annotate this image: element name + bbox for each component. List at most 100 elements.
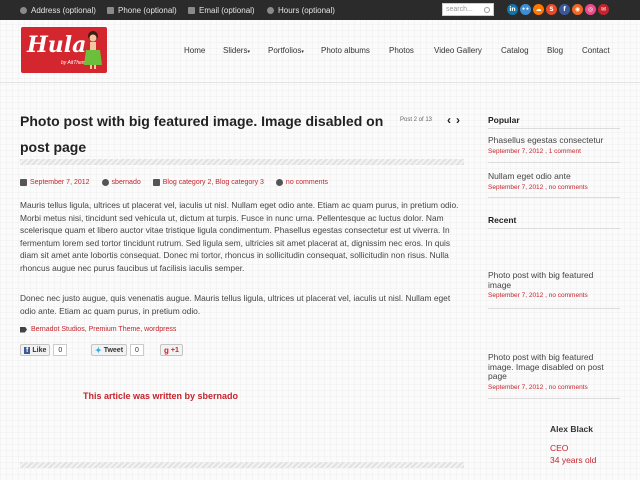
title-divider <box>20 159 464 165</box>
next-post-arrow-icon[interactable]: › <box>456 113 460 127</box>
recent-post-comments[interactable]: no comments <box>549 292 588 299</box>
recent-post: Photo post with big featured image. Imag… <box>488 352 606 392</box>
email-icon[interactable]: ✉ <box>598 4 609 15</box>
sidebar-divider <box>488 128 620 129</box>
team-member-profile: Alex Black CEO 34 years old <box>550 424 596 466</box>
nav-contact[interactable]: Contact <box>582 46 610 55</box>
like-label: Like <box>32 346 47 354</box>
top-bar: Address (optional) Phone (optional) Emai… <box>0 0 640 20</box>
post-date[interactable]: September 7, 2012 <box>30 179 90 186</box>
user-icon <box>101 179 109 186</box>
caret-down-icon: ▾ <box>247 49 250 55</box>
recent-post-title[interactable]: Photo post with big featured image. Imag… <box>488 352 606 382</box>
nav-blog[interactable]: Blog <box>547 46 563 55</box>
facebook-icon[interactable]: f <box>559 4 570 15</box>
post-paragraph: Mauris tellus ligula, ultrices ut placer… <box>20 200 459 273</box>
social-icons: in •• ☁ Sf ◉ ◎ ✉ <box>507 4 609 15</box>
google-plus: g +1 <box>160 344 183 356</box>
phone-info: Phone (optional) <box>107 6 177 15</box>
rss-icon[interactable]: ◉ <box>572 4 583 15</box>
search-input[interactable]: search... <box>442 3 494 16</box>
address-text: Address (optional) <box>31 6 96 15</box>
recent-post-title[interactable]: Photo post with big featured image <box>488 270 606 290</box>
clock-icon <box>267 7 274 14</box>
sidebar-divider <box>488 228 620 229</box>
popular-post-title[interactable]: Nullam eget odio ante <box>488 171 618 182</box>
nav-home[interactable]: Home <box>184 46 205 55</box>
facebook-like-button[interactable]: f Like <box>20 344 51 356</box>
popular-heading: Popular <box>488 115 520 125</box>
calendar-icon <box>20 179 27 186</box>
hula-girl-illustration <box>84 31 102 69</box>
nav-portfolios-label: Portfolios <box>268 46 302 55</box>
tag-list[interactable]: Bernadot Studios, Premium Theme, wordpre… <box>31 326 176 333</box>
dribbble-icon[interactable]: ◎ <box>585 4 596 15</box>
site-logo[interactable]: Hula by AitThemes <box>21 27 107 73</box>
flickr-icon[interactable]: •• <box>520 4 531 15</box>
plus-one-label: +1 <box>170 346 179 354</box>
soundcloud-icon[interactable]: ☁ <box>533 4 544 15</box>
recent-post-comments[interactable]: no comments <box>549 384 588 391</box>
author-credit: This article was written by sbernado <box>83 391 239 401</box>
nav-catalog[interactable]: Catalog <box>501 46 529 55</box>
post-categories[interactable]: Blog category 2, Blog category 3 <box>163 179 264 186</box>
nav-sliders[interactable]: Sliders▾ <box>223 46 250 55</box>
post-meta: September 7, 2012 sbernado Blog category… <box>20 179 328 186</box>
sidebar-divider <box>488 308 620 309</box>
phone-icon <box>107 7 114 14</box>
member-age: 34 years old <box>550 455 597 465</box>
google-plus-button[interactable]: g +1 <box>160 344 183 356</box>
recent-heading: Recent <box>488 215 517 225</box>
recent-post-date[interactable]: September 7, 2012 <box>488 384 543 391</box>
hours-text: Hours (optional) <box>278 6 335 15</box>
facebook-icon: f <box>24 346 31 354</box>
post-comments[interactable]: no comments <box>286 179 328 186</box>
search-icon[interactable] <box>484 6 490 13</box>
post-author[interactable]: sbernado <box>112 179 141 186</box>
popular-post: Nullam eget odio ante September 7, 2012 … <box>488 171 618 192</box>
nav-portfolios[interactable]: Portfolios▾ <box>268 46 304 55</box>
post-title: Photo post with big featured image. Imag… <box>20 113 384 155</box>
hours-info: Hours (optional) <box>267 6 335 15</box>
post-pagination: ‹ › <box>447 113 460 127</box>
comment-icon <box>275 179 283 186</box>
popular-post: Phasellus egestas consectetur September … <box>488 135 618 156</box>
location-pin-icon <box>20 7 27 14</box>
sidebar-divider <box>488 162 620 163</box>
email-text: Email (optional) <box>199 6 255 15</box>
post-counter: Post 2 of 13 <box>400 117 433 123</box>
post-tags: Bernadot Studios, Premium Theme, wordpre… <box>20 326 176 333</box>
recent-post-date[interactable]: September 7, 2012 <box>488 292 543 299</box>
bottom-divider <box>20 462 464 468</box>
recent-post: Photo post with big featured image Septe… <box>488 270 606 301</box>
like-count: 0 <box>53 344 68 356</box>
nav-photo-albums[interactable]: Photo albums <box>321 46 370 55</box>
nav-photos[interactable]: Photos <box>389 46 414 55</box>
phone-text: Phone (optional) <box>118 6 177 15</box>
nav-sliders-label: Sliders <box>223 46 248 55</box>
popular-post-date[interactable]: September 7, 2012 <box>488 184 543 191</box>
google-plus-icon: g <box>164 345 169 355</box>
envelope-icon <box>188 7 195 14</box>
twitter-bird-icon: ✦ <box>95 345 102 355</box>
tweet-count: 0 <box>130 344 144 356</box>
popular-post-comments[interactable]: 1 comment <box>549 148 581 155</box>
email-info: Email (optional) <box>188 6 255 15</box>
search-placeholder: search... <box>446 6 473 13</box>
post-paragraph: Donec nec justo augue, quis venenatis au… <box>20 293 451 316</box>
popular-post-date[interactable]: September 7, 2012 <box>488 148 543 155</box>
nav-video-gallery[interactable]: Video Gallery <box>434 46 482 55</box>
sidebar-divider <box>488 197 620 198</box>
member-name: Alex Black <box>550 424 593 434</box>
folder-icon <box>152 179 160 186</box>
logo-wordmark: Hula <box>27 32 87 58</box>
caret-down-icon: ▾ <box>301 49 304 55</box>
twitter-tweet: ✦ Tweet 0 <box>91 344 144 356</box>
facebook-like: f Like 0 <box>20 344 68 356</box>
popular-post-title[interactable]: Phasellus egestas consectetur <box>488 135 618 146</box>
previous-post-arrow-icon[interactable]: ‹ <box>447 113 451 127</box>
linkedin-icon[interactable]: in <box>507 4 518 15</box>
popular-post-comments[interactable]: no comments <box>549 184 588 191</box>
tweet-button[interactable]: ✦ Tweet <box>91 344 128 356</box>
stumbleupon-icon[interactable]: S <box>546 4 557 15</box>
